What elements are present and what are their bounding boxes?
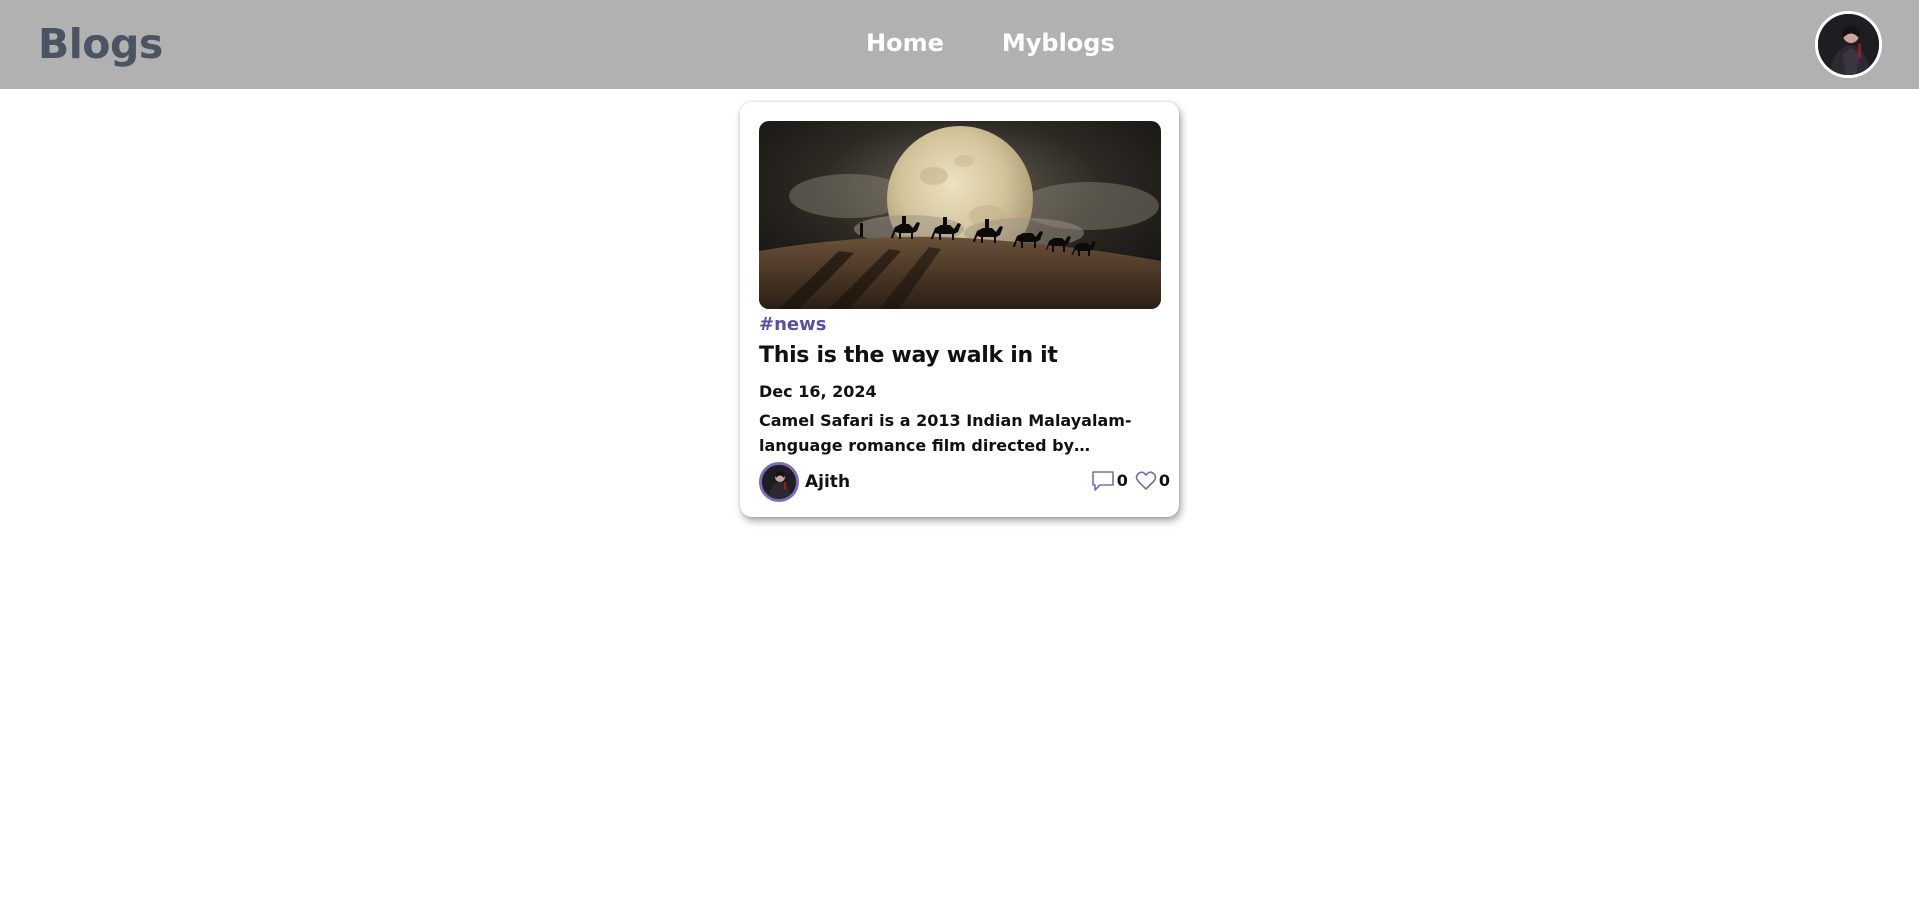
like-button[interactable]: 0 <box>1135 470 1170 492</box>
camel-desert-image <box>759 121 1161 309</box>
blog-card[interactable]: #news This is the way walk in it Dec 16,… <box>740 102 1179 517</box>
author-name: Ajith <box>805 472 851 492</box>
top-navbar: Blogs Home Myblogs <box>0 0 1919 89</box>
blog-tag[interactable]: #news <box>759 312 826 338</box>
blog-date: Dec 16, 2024 <box>759 382 877 401</box>
user-avatar-icon <box>1818 14 1879 75</box>
like-count: 0 <box>1158 471 1170 490</box>
nav-myblogs-link[interactable]: Myblogs <box>1002 24 1115 62</box>
heart-icon <box>1135 471 1157 490</box>
blog-cover-image[interactable] <box>759 121 1161 309</box>
blog-title[interactable]: This is the way walk in it <box>759 340 1058 372</box>
author-info[interactable]: Ajith <box>759 462 850 502</box>
comment-icon <box>1091 471 1114 491</box>
comment-count: 0 <box>1116 471 1128 490</box>
nav-home-link[interactable]: Home <box>866 24 944 62</box>
profile-avatar[interactable] <box>1815 11 1882 78</box>
blog-excerpt: Camel Safari is a 2013 Indian Malayalam-… <box>759 411 1132 455</box>
comment-button[interactable]: 0 <box>1091 470 1128 492</box>
author-avatar-icon <box>762 465 796 499</box>
main-nav: Home Myblogs <box>866 24 1115 62</box>
post-stats: 0 0 <box>1091 470 1170 492</box>
author-avatar <box>759 462 799 502</box>
brand-logo[interactable]: Blogs <box>38 18 163 70</box>
